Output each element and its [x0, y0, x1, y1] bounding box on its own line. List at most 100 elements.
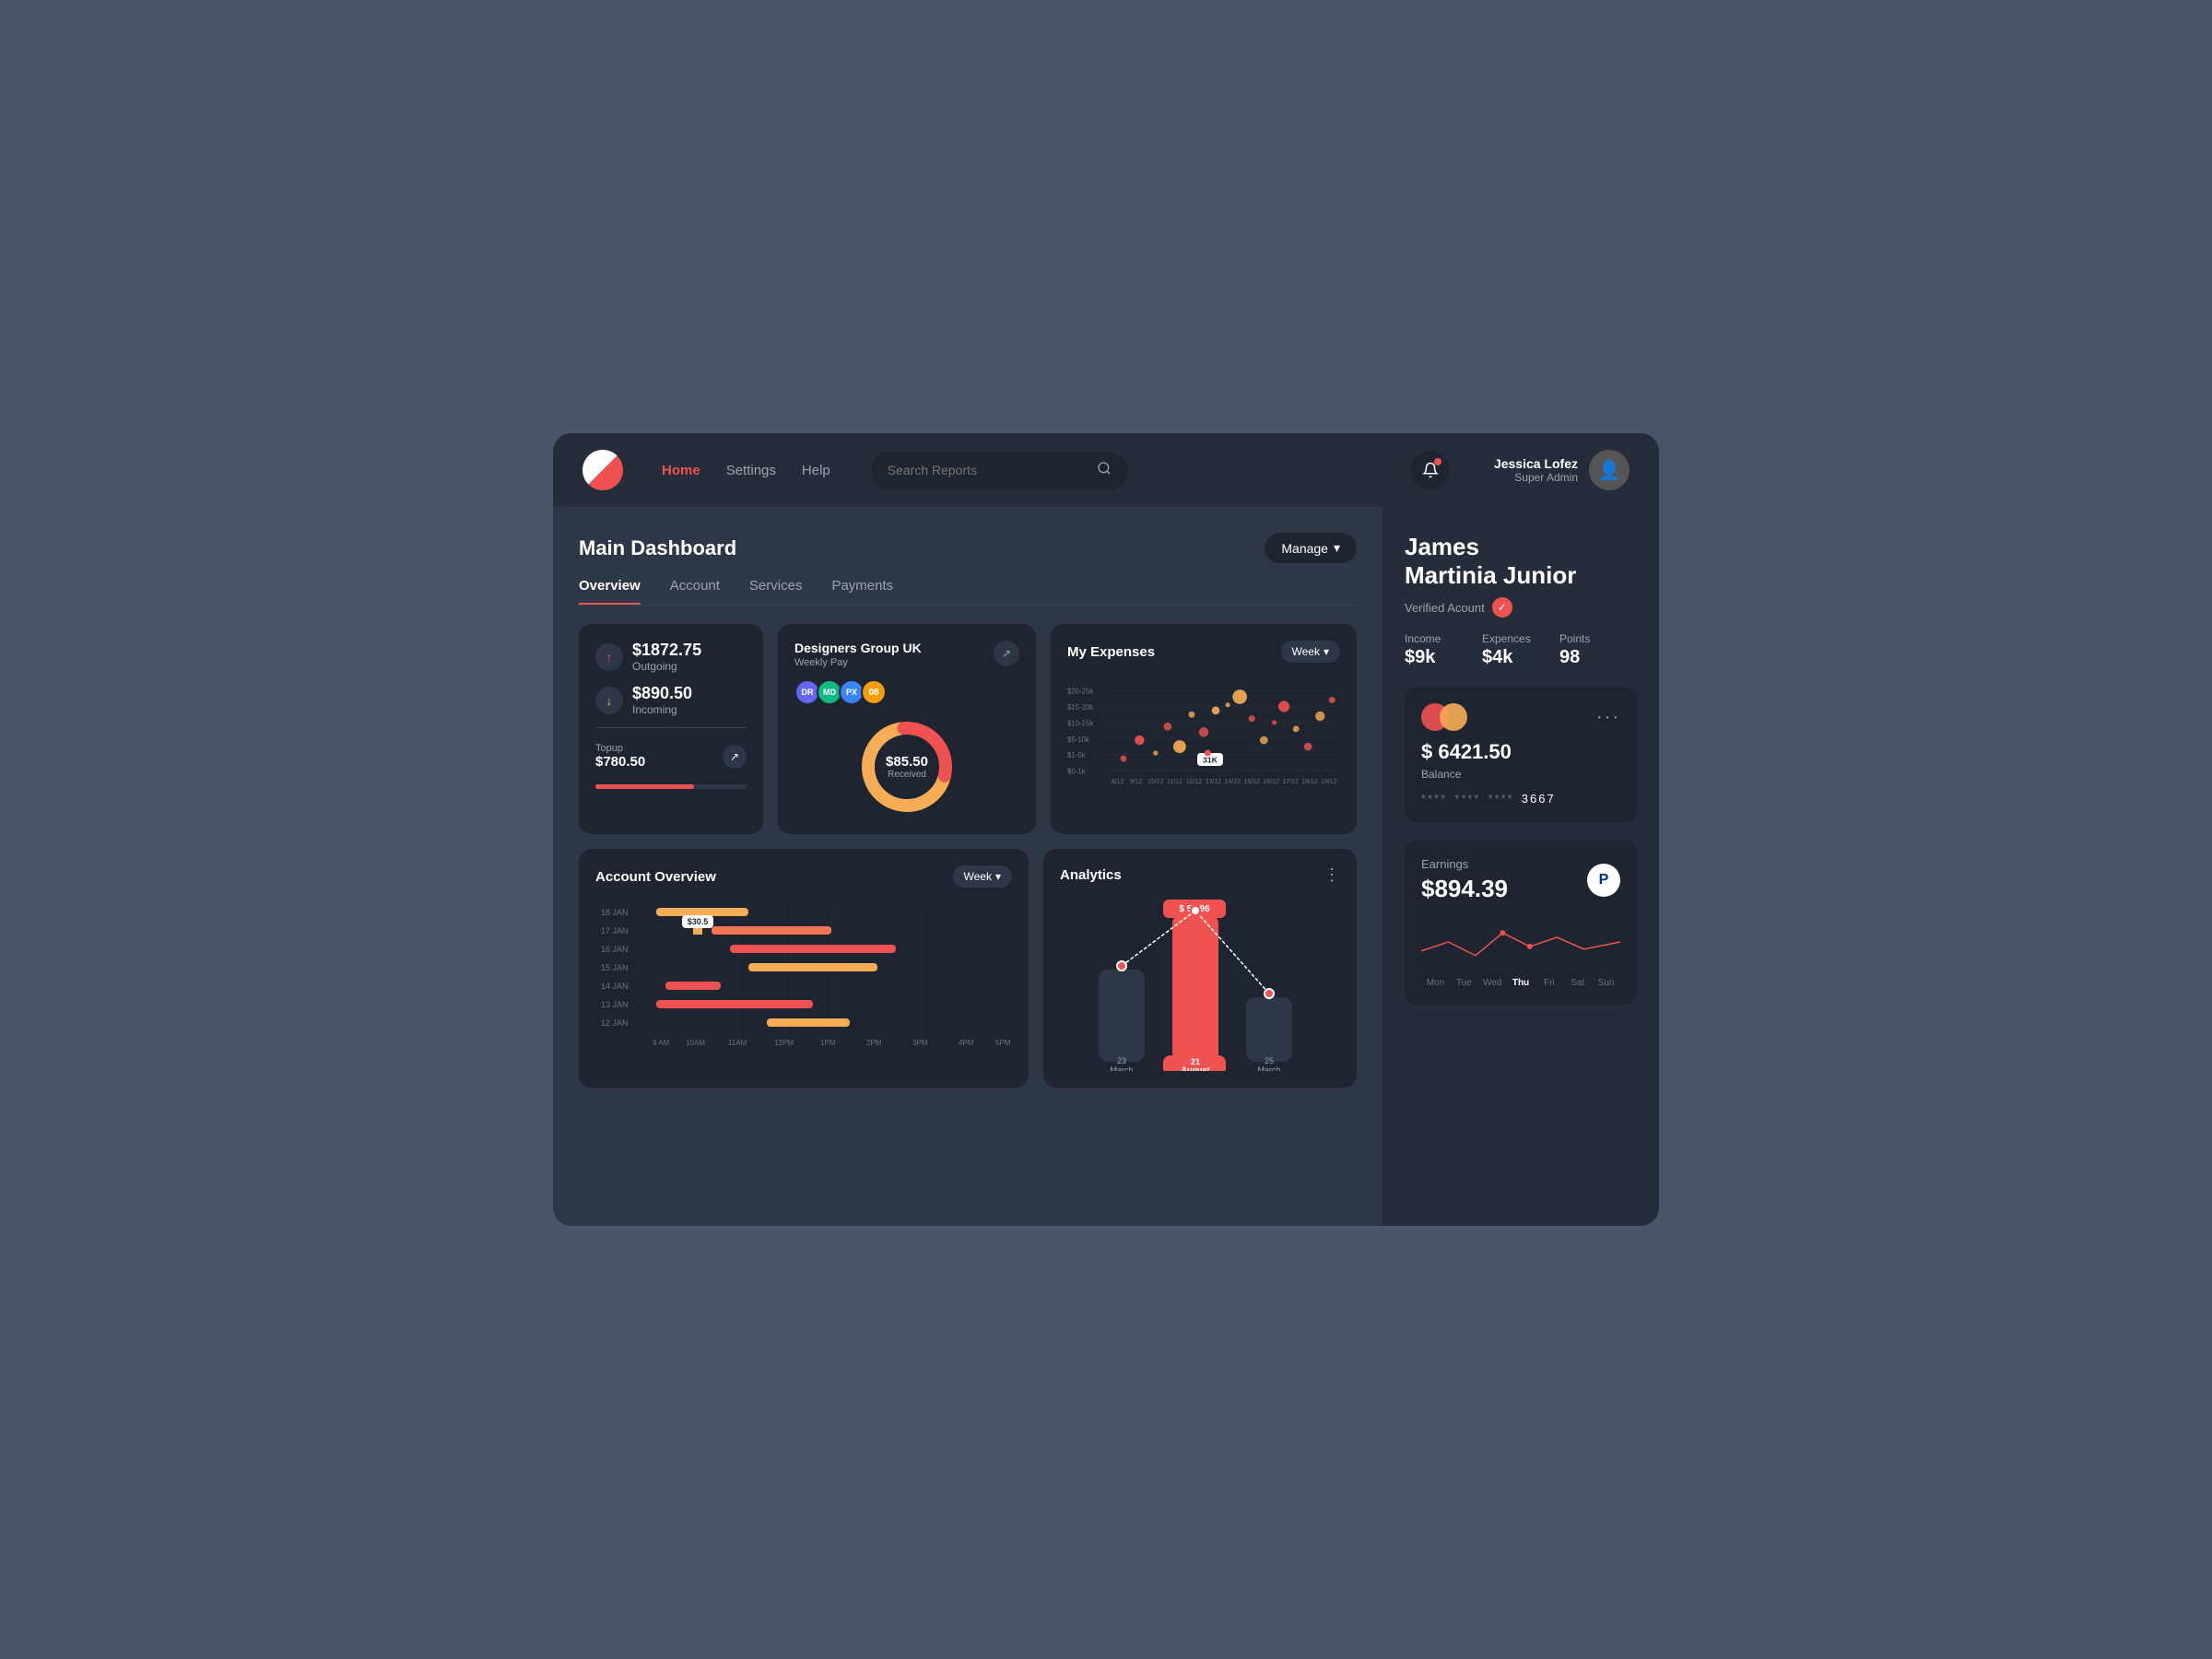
incoming-row: ↓ $890.50 Incoming	[595, 684, 747, 716]
svg-text:2PM: 2PM	[866, 1039, 882, 1047]
expenses-title: My Expenses	[1067, 644, 1155, 660]
outgoing-amount: $1872.75	[632, 641, 701, 660]
dashboard-title: Main Dashboard	[579, 536, 736, 560]
chevron-down-icon: ▾	[1334, 540, 1340, 556]
designers-card: Designers Group UK Weekly Pay ↗ DR MD PX…	[778, 624, 1036, 834]
card-balance-label: Balance	[1421, 768, 1620, 781]
main-content: Main Dashboard Manage ▾ Overview Account…	[553, 507, 1659, 1226]
dashboard-header: Main Dashboard Manage ▾	[579, 533, 1357, 563]
day-sun: Sun	[1592, 978, 1620, 988]
stat-points: Points 98	[1559, 632, 1637, 668]
card-balance-amount: $ 6421.50	[1421, 740, 1620, 764]
verified-check-icon: ✓	[1492, 597, 1512, 618]
tab-overview[interactable]: Overview	[579, 578, 641, 605]
svg-text:12 JAN: 12 JAN	[601, 1018, 629, 1028]
designers-share-button[interactable]: ↗	[994, 641, 1019, 666]
chevron-down-icon: ▾	[1324, 645, 1329, 658]
mastercard-icon	[1421, 703, 1467, 731]
earnings-widget: Earnings $894.39 P Mon Tue Wed	[1405, 841, 1637, 1005]
chevron-down-icon: ▾	[995, 870, 1001, 883]
incoming-icon: ↓	[595, 687, 623, 714]
topup-amount: $780.50	[595, 754, 645, 770]
incoming-amount: $890.50	[632, 684, 692, 703]
tab-payments[interactable]: Payments	[831, 578, 893, 605]
topup-row: Topup $780.50 ↗	[595, 743, 747, 770]
svg-text:3PM: 3PM	[912, 1039, 928, 1047]
tab-services[interactable]: Services	[749, 578, 803, 605]
svg-text:9/12: 9/12	[1130, 779, 1143, 785]
svg-text:19/12: 19/12	[1321, 779, 1337, 785]
earnings-chart: Mon Tue Wed Thu Fri Sat Sun	[1421, 914, 1620, 988]
account-overview-week-button[interactable]: Week ▾	[953, 865, 1013, 888]
svg-text:17/12: 17/12	[1282, 779, 1299, 785]
svg-text:12/12: 12/12	[1186, 779, 1203, 785]
profile-stats: Income $9k Expences $4k Points 98	[1405, 632, 1637, 668]
avatar-count: 08	[861, 679, 887, 705]
verified-text: Verified Acount	[1405, 601, 1485, 615]
verified-row: Verified Acount ✓	[1405, 597, 1637, 618]
svg-text:$0-1k: $0-1k	[1067, 768, 1086, 776]
nav-help[interactable]: Help	[802, 463, 830, 478]
analytics-title: Analytics	[1060, 867, 1122, 883]
bottom-cards-row: Account Overview Week ▾	[579, 849, 1357, 1088]
svg-text:14/12: 14/12	[1225, 779, 1241, 785]
balance-card: ↑ $1872.75 Outgoing ↓ $890.50 Incoming	[579, 624, 763, 834]
earnings-label: Earnings	[1421, 857, 1508, 871]
outgoing-label: Outgoing	[632, 660, 701, 673]
day-tue: Tue	[1450, 978, 1478, 988]
svg-text:11AM: 11AM	[728, 1039, 747, 1047]
expenses-label: Expences	[1482, 632, 1559, 645]
donut-label: Received	[886, 770, 928, 780]
user-info: Jessica Lofez Super Admin 👤	[1494, 450, 1630, 490]
card-options-button[interactable]: ···	[1596, 707, 1620, 728]
svg-text:5PM: 5PM	[995, 1039, 1011, 1047]
nav-home[interactable]: Home	[662, 463, 700, 478]
tab-account[interactable]: Account	[670, 578, 720, 605]
points-value: 98	[1559, 647, 1637, 668]
left-panel: Main Dashboard Manage ▾ Overview Account…	[553, 507, 1382, 1226]
svg-text:16/12: 16/12	[1263, 779, 1279, 785]
search-input[interactable]	[888, 463, 1088, 477]
paypal-icon: P	[1587, 864, 1620, 897]
points-label: Points	[1559, 632, 1637, 645]
progress-bar	[595, 784, 747, 789]
svg-text:25: 25	[1265, 1056, 1274, 1065]
svg-text:31K: 31K	[1203, 755, 1218, 764]
svg-text:11/12: 11/12	[1167, 779, 1182, 785]
profile-section: JamesMartinia Junior Verified Acount ✓ I…	[1405, 533, 1637, 668]
svg-text:18/12: 18/12	[1301, 779, 1318, 785]
manage-button[interactable]: Manage ▾	[1265, 533, 1357, 563]
card-num-2: ****	[1454, 792, 1480, 806]
svg-text:$20-25k: $20-25k	[1067, 688, 1093, 696]
svg-text:March: March	[1257, 1065, 1280, 1071]
outgoing-row: ↑ $1872.75 Outgoing	[595, 641, 747, 673]
svg-text:August: August	[1182, 1065, 1210, 1071]
app-container: Home Settings Help Jessica Lofez Super A…	[553, 433, 1659, 1226]
svg-text:March: March	[1110, 1065, 1133, 1071]
user-name: Jessica Lofez	[1494, 456, 1578, 471]
donut-amount: $85.50	[886, 754, 928, 770]
day-thu: Thu	[1507, 978, 1535, 988]
notification-dot	[1434, 458, 1441, 465]
notification-button[interactable]	[1411, 451, 1450, 489]
incoming-label: Incoming	[632, 703, 692, 716]
search-icon	[1097, 461, 1112, 480]
top-cards-row: ↑ $1872.75 Outgoing ↓ $890.50 Incoming	[579, 624, 1357, 834]
nav-settings[interactable]: Settings	[726, 463, 776, 478]
analytics-menu-button[interactable]: ⋮	[1324, 865, 1340, 885]
svg-text:$10-15k: $10-15k	[1067, 719, 1093, 727]
designers-title: Designers Group UK	[794, 641, 922, 655]
day-fri: Fri	[1535, 978, 1563, 988]
profile-name: JamesMartinia Junior	[1405, 533, 1637, 590]
search-bar[interactable]	[871, 452, 1128, 489]
svg-text:8/12: 8/12	[1112, 779, 1124, 785]
analytics-card: Analytics ⋮ $ 53,96	[1043, 849, 1357, 1088]
topup-button[interactable]: ↗	[723, 745, 747, 769]
expenses-week-button[interactable]: Week ▾	[1281, 641, 1341, 663]
expenses-value: $4k	[1482, 647, 1559, 668]
svg-text:10/12: 10/12	[1147, 779, 1164, 785]
card-num-1: ****	[1421, 792, 1447, 806]
account-overview-title: Account Overview	[595, 869, 716, 885]
svg-text:$5-10k: $5-10k	[1067, 735, 1089, 744]
svg-text:23: 23	[1117, 1056, 1126, 1065]
